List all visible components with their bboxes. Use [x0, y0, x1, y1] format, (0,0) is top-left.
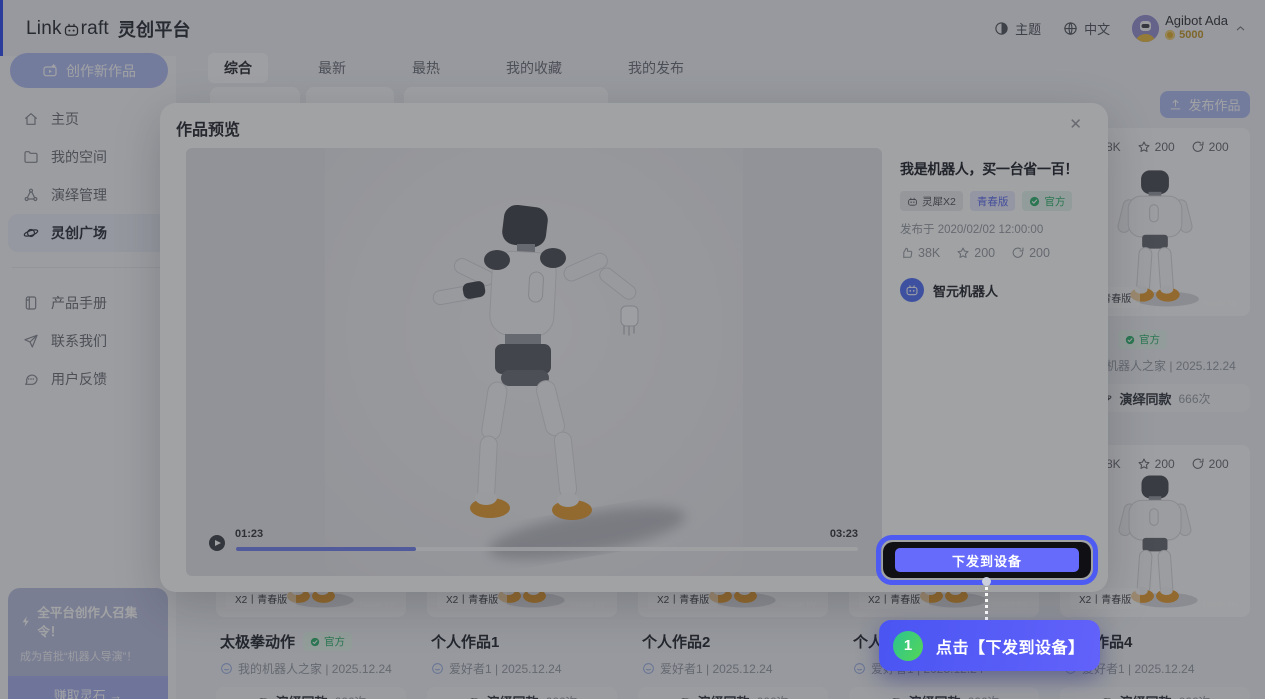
- tour-instruction: 点击【下发到设备】: [936, 634, 1085, 658]
- tour-tooltip: 1 点击【下发到设备】: [879, 620, 1100, 671]
- tour-dim-overlay: [0, 0, 1265, 699]
- tour-connector-line: [985, 587, 988, 620]
- tour-connector-dot: [982, 577, 991, 586]
- app-root: Link raft 灵创平台 主题 中文 Agibot Ada: [0, 0, 1265, 699]
- step-badge: 1: [893, 631, 923, 661]
- send-to-device-button[interactable]: 下发到设备: [895, 548, 1079, 572]
